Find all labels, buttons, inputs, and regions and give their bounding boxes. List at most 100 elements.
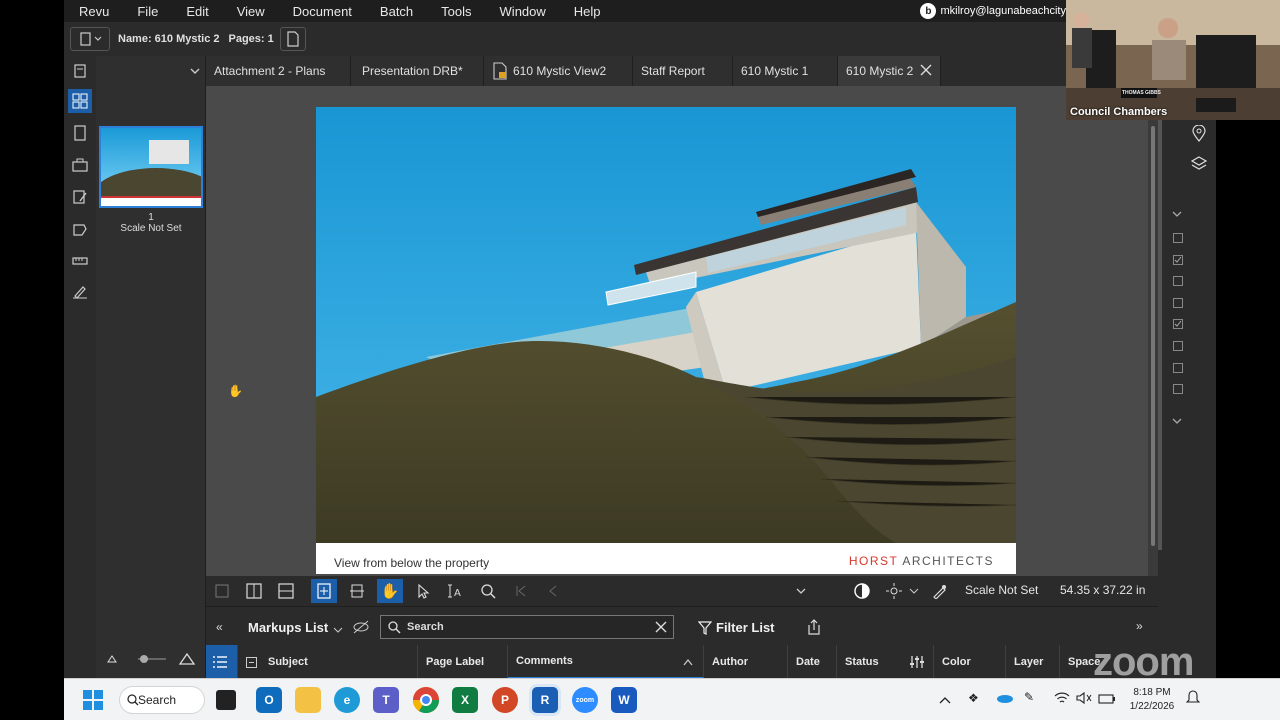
- bluebeam-revu-icon[interactable]: R: [532, 687, 558, 713]
- markups-panel-icon[interactable]: [68, 185, 92, 209]
- menu-file[interactable]: File: [123, 4, 172, 19]
- add-page-button[interactable]: [279, 27, 306, 51]
- onedrive-icon[interactable]: [995, 691, 1013, 709]
- vertical-scrollbar[interactable]: [1148, 86, 1158, 576]
- markups-title-chevron-icon[interactable]: [333, 622, 343, 640]
- layers-icon[interactable]: [1190, 156, 1208, 177]
- notifications-bell-icon[interactable]: [1185, 690, 1201, 711]
- menu-view[interactable]: View: [223, 4, 279, 19]
- tab-610-mystic-1[interactable]: 610 Mystic 1: [733, 56, 838, 86]
- taskbar-search-button[interactable]: Search: [119, 686, 205, 714]
- filter-list-button[interactable]: Filter List: [716, 620, 775, 635]
- brightness-dropdown-chevron-icon[interactable]: [906, 579, 922, 603]
- file-access-icon[interactable]: [68, 59, 92, 83]
- measurements-ruler-icon[interactable]: [68, 249, 92, 273]
- expand-section-chevron-icon[interactable]: [1171, 206, 1183, 224]
- hide-markups-eye-icon[interactable]: [352, 619, 370, 640]
- tab-610-mystic-view2[interactable]: 610 Mystic View2: [484, 56, 633, 86]
- layer-checkbox[interactable]: [1173, 276, 1183, 286]
- tab-attachment-2-plans[interactable]: Attachment 2 - Plans: [206, 56, 351, 86]
- collapse-section-chevron-icon[interactable]: [1171, 413, 1183, 431]
- previous-page-icon[interactable]: [540, 579, 566, 603]
- column-subject[interactable]: Subject: [238, 645, 418, 679]
- panel-options-chevron-icon[interactable]: [188, 64, 202, 78]
- tab-staff-report[interactable]: Staff Report: [633, 56, 733, 86]
- expand-panel-icon[interactable]: »: [1136, 619, 1143, 633]
- layer-checkbox[interactable]: [1173, 384, 1183, 394]
- file-explorer-icon[interactable]: [295, 687, 321, 713]
- tab-presentation-drb[interactable]: Presentation DRB*: [351, 56, 484, 86]
- column-settings-sliders-icon[interactable]: [909, 655, 925, 669]
- volume-muted-icon[interactable]: [1076, 691, 1092, 710]
- thumbnail-size-slider[interactable]: [104, 652, 200, 666]
- fit-width-icon[interactable]: [344, 579, 370, 603]
- layer-checkbox[interactable]: [1173, 341, 1183, 351]
- pen-input-icon[interactable]: ✎: [1024, 690, 1034, 704]
- layer-checkbox-checked[interactable]: [1173, 255, 1183, 265]
- collapse-all-icon[interactable]: [246, 656, 257, 668]
- menu-tools[interactable]: Tools: [427, 4, 485, 19]
- zoom-app-icon[interactable]: zoom: [572, 687, 598, 713]
- word-icon[interactable]: W: [611, 687, 637, 713]
- zoom-magnifier-icon[interactable]: [475, 579, 501, 603]
- signatures-icon[interactable]: [68, 279, 92, 303]
- menu-help[interactable]: Help: [560, 4, 615, 19]
- column-status[interactable]: Status: [837, 645, 934, 679]
- pdf-page[interactable]: View from below the property HORST ARCHI…: [316, 107, 1016, 574]
- column-author[interactable]: Author: [704, 645, 788, 679]
- account-menu[interactable]: b mkilroy@lagunabeachcity: [920, 0, 1066, 22]
- list-view-icon[interactable]: [206, 645, 238, 679]
- brightness-icon[interactable]: [881, 579, 907, 603]
- page-thumbnail[interactable]: [99, 126, 203, 208]
- windows-start-icon[interactable]: [80, 687, 106, 713]
- dropbox-icon[interactable]: ❖: [968, 691, 979, 705]
- pan-hand-icon[interactable]: ✋: [377, 579, 403, 603]
- fit-page-icon[interactable]: [311, 579, 337, 603]
- shapes-icon[interactable]: [68, 217, 92, 241]
- clear-search-icon[interactable]: [655, 621, 667, 633]
- collapse-panel-icon[interactable]: «: [216, 620, 223, 634]
- teams-icon[interactable]: T: [373, 687, 399, 713]
- more-tools-chevron-icon[interactable]: [788, 579, 814, 603]
- document-menu-button[interactable]: [70, 27, 110, 51]
- layer-checkbox-checked[interactable]: [1173, 319, 1183, 329]
- split-vertical-icon[interactable]: [241, 579, 267, 603]
- menu-batch[interactable]: Batch: [366, 4, 427, 19]
- layer-checkbox[interactable]: [1173, 298, 1183, 308]
- export-share-icon[interactable]: [807, 619, 821, 640]
- select-arrow-icon[interactable]: [410, 579, 436, 603]
- wifi-icon[interactable]: [1054, 691, 1070, 710]
- scale-status[interactable]: Scale Not Set: [965, 583, 1038, 597]
- column-color[interactable]: Color: [934, 645, 1006, 679]
- calibrate-pen-icon[interactable]: [927, 579, 953, 603]
- column-comments[interactable]: Comments: [508, 645, 704, 679]
- close-tab-icon[interactable]: [920, 64, 932, 79]
- outlook-icon[interactable]: O: [256, 687, 282, 713]
- contrast-icon[interactable]: [849, 579, 875, 603]
- layer-checkbox[interactable]: [1173, 363, 1183, 373]
- edge-browser-icon[interactable]: e: [334, 687, 360, 713]
- column-page-label[interactable]: Page Label: [418, 645, 508, 679]
- single-page-view-icon[interactable]: [209, 579, 235, 603]
- taskbar-clock[interactable]: 8:18 PM 1/22/2026: [1122, 686, 1182, 714]
- system-tray-chevron-icon[interactable]: [939, 692, 951, 710]
- powerpoint-icon[interactable]: P: [492, 687, 518, 713]
- column-date[interactable]: Date: [788, 645, 837, 679]
- split-horizontal-icon[interactable]: [273, 579, 299, 603]
- excel-icon[interactable]: X: [452, 687, 478, 713]
- location-pin-icon[interactable]: [1191, 124, 1207, 148]
- thumbnails-icon[interactable]: [68, 89, 92, 113]
- menu-window[interactable]: Window: [486, 4, 560, 19]
- battery-icon[interactable]: [1098, 692, 1116, 710]
- chrome-icon[interactable]: [413, 687, 439, 713]
- layer-checkbox[interactable]: [1173, 233, 1183, 243]
- menu-revu[interactable]: Revu: [64, 4, 123, 19]
- menu-document[interactable]: Document: [279, 4, 366, 19]
- select-text-icon[interactable]: A: [442, 579, 468, 603]
- scrollbar-thumb[interactable]: [1151, 126, 1155, 546]
- bookmarks-icon[interactable]: [68, 121, 92, 145]
- markups-search-input[interactable]: Search: [380, 615, 674, 639]
- toolchest-icon[interactable]: [68, 153, 92, 177]
- menu-edit[interactable]: Edit: [172, 4, 222, 19]
- filter-funnel-icon[interactable]: [697, 621, 713, 640]
